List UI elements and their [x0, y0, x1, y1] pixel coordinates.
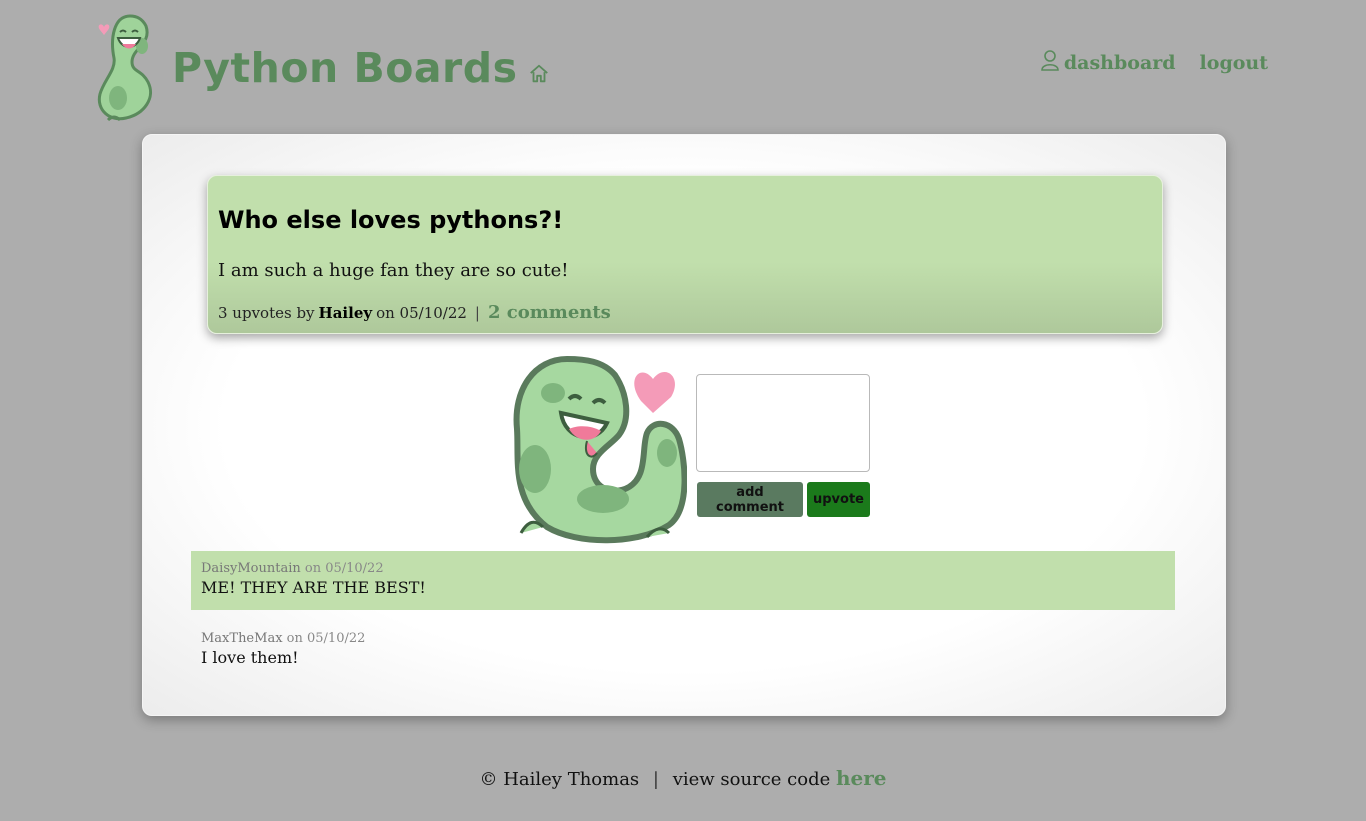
upvote-count: 3 upvotes by [218, 304, 315, 322]
brand: Python Boards [92, 8, 550, 128]
comment-date: on 05/10/22 [304, 561, 384, 576]
footer: © Hailey Thomas | view source code here [0, 766, 1366, 790]
meta-separator: | [474, 304, 480, 322]
post-body: I am such a huge fan they are so cute! [218, 260, 569, 281]
home-icon[interactable] [528, 63, 550, 85]
brand-title[interactable]: Python Boards [172, 44, 518, 92]
page: Python Boards dashboard logout Who else … [0, 0, 1366, 821]
footer-source-text: view source code [672, 769, 831, 790]
comment-date: on 05/10/22 [286, 631, 366, 646]
dashboard-link[interactable]: dashboard [1040, 50, 1176, 74]
comment-textarea[interactable] [696, 374, 870, 472]
post-date: on 05/10/22 [376, 304, 467, 322]
python-mascot-icon [513, 355, 687, 544]
comment-author: DaisyMountain [201, 561, 301, 576]
dashboard-label: dashboard [1063, 52, 1176, 74]
comment-text: I love them! [201, 648, 299, 667]
logout-link[interactable]: logout [1200, 52, 1268, 74]
top-nav: dashboard logout [1040, 50, 1268, 74]
post-title: Who else loves pythons?! [218, 206, 564, 234]
source-code-link[interactable]: here [836, 766, 887, 790]
comments-link[interactable]: 2 comments [488, 302, 611, 323]
post-card: Who else loves pythons?! I am such a hug… [207, 175, 1163, 334]
comment-text: ME! THEY ARE THE BEST! [201, 578, 426, 597]
upvote-button[interactable]: upvote [807, 482, 870, 517]
main-card: Who else loves pythons?! I am such a hug… [142, 134, 1226, 716]
add-comment-button[interactable]: add comment [697, 482, 803, 517]
comment-item: DaisyMountain on 05/10/22 ME! THEY ARE T… [191, 551, 1175, 610]
footer-copyright: © Hailey Thomas [479, 769, 640, 790]
comment-meta: DaisyMountain on 05/10/22 [201, 561, 1165, 576]
post-meta: 3 upvotes by Hailey on 05/10/22 | 2 comm… [218, 302, 611, 323]
user-icon [1041, 50, 1059, 71]
comment-item: MaxTheMax on 05/10/22 I love them! [191, 621, 1175, 671]
comment-meta: MaxTheMax on 05/10/22 [201, 631, 1165, 646]
python-mascot-logo-icon[interactable] [92, 8, 166, 128]
post-author: Hailey [318, 304, 373, 322]
comment-author: MaxTheMax [201, 631, 283, 646]
footer-separator: | [652, 769, 659, 790]
